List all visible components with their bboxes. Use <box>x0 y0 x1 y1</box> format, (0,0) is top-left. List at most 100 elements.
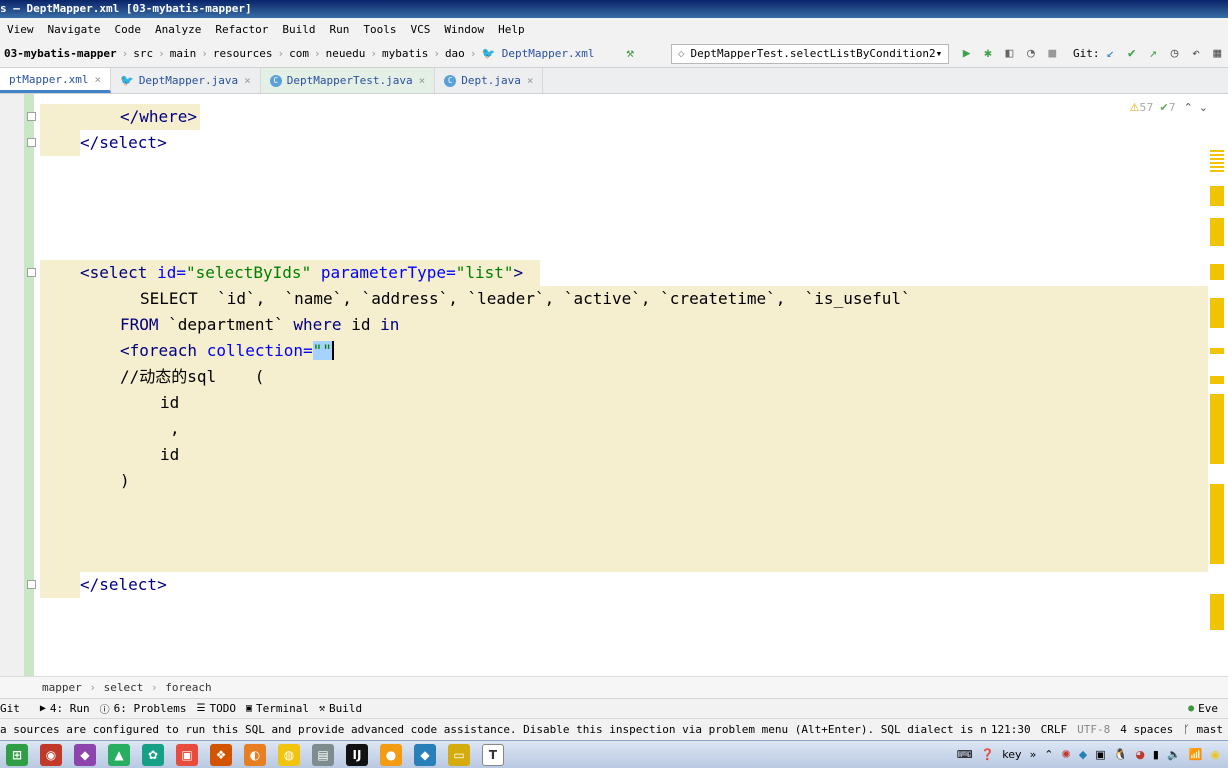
menu-tools[interactable]: Tools <box>356 23 403 36</box>
chevron-up-icon[interactable]: ⌃ <box>1184 101 1193 114</box>
taskbar-app-icon[interactable]: ◆ <box>74 743 96 766</box>
taskbar-app-icon[interactable]: ▲ <box>108 743 130 766</box>
stripe-mark[interactable] <box>1210 484 1224 564</box>
nav-crumb-resources[interactable]: resources <box>209 47 277 60</box>
tray-icon[interactable]: ⌃ <box>1044 748 1053 761</box>
line-separator[interactable]: CRLF <box>1036 719 1073 740</box>
nav-crumb-file[interactable]: 🐦 DeptMapper.xml <box>477 47 598 60</box>
git-push-icon[interactable]: ↗ <box>1147 46 1158 61</box>
indent-setting[interactable]: 4 spaces <box>1115 719 1178 740</box>
fold-marker-icon[interactable] <box>27 268 36 277</box>
taskbar-app-icon[interactable]: ❖ <box>210 743 232 766</box>
battery-icon[interactable]: ▮ <box>1153 748 1159 761</box>
debug-icon[interactable]: ✱ <box>982 46 993 61</box>
keyboard-icon[interactable]: ⌨ <box>957 748 973 761</box>
breadcrumb-select[interactable]: select <box>104 681 144 694</box>
toolwindow-run[interactable]: ▶ 4: Run <box>40 702 100 715</box>
stripe-mark[interactable] <box>1210 376 1224 384</box>
rollback-icon[interactable]: ↶ <box>1190 46 1201 61</box>
fold-marker-icon[interactable] <box>27 138 36 147</box>
toolwindow-terminal[interactable]: ▣ Terminal <box>246 702 319 715</box>
stripe-mark[interactable] <box>1210 264 1224 280</box>
fold-marker-icon[interactable] <box>27 580 36 589</box>
tab-deptmapper-java[interactable]: 🐦 DeptMapper.java × <box>111 68 261 93</box>
file-encoding[interactable]: UTF-8 <box>1072 719 1115 740</box>
taskbar-app-icon[interactable]: ⊞ <box>6 743 28 766</box>
folder-icon[interactable]: ▭ <box>448 743 470 766</box>
stop-icon[interactable]: ■ <box>1047 46 1058 61</box>
status-message[interactable]: a sources are configured to run this SQL… <box>0 719 986 740</box>
code-editor[interactable]: </where> </select> <select id="selectByI… <box>0 94 1228 676</box>
volume-icon[interactable]: 🔈 <box>1167 748 1181 761</box>
close-icon[interactable]: × <box>244 74 251 87</box>
stripe-mark[interactable] <box>1210 594 1224 630</box>
nav-crumb-src[interactable]: src <box>129 47 157 60</box>
fold-marker-icon[interactable] <box>27 112 36 121</box>
chevron-double-right-icon[interactable]: » <box>1030 748 1037 761</box>
menu-navigate[interactable]: Navigate <box>41 23 108 36</box>
stripe-mark[interactable] <box>1210 298 1224 328</box>
tray-icon[interactable]: ◆ <box>1079 748 1087 761</box>
keyboard-layout[interactable]: key <box>1002 748 1021 761</box>
line-gutter[interactable] <box>0 94 24 676</box>
run-icon[interactable]: ▶ <box>961 46 972 61</box>
chevron-down-icon[interactable]: ⌄ <box>1199 101 1208 114</box>
firefox-icon[interactable]: ◐ <box>244 743 266 766</box>
stripe-mark[interactable] <box>1210 186 1224 206</box>
nav-crumb-com[interactable]: com <box>285 47 313 60</box>
nav-crumb-mybatis[interactable]: mybatis <box>378 47 432 60</box>
help-icon[interactable]: ❓ <box>981 748 995 761</box>
menu-window[interactable]: Window <box>437 23 491 36</box>
run-configuration-select[interactable]: ◇ DeptMapperTest.selectListByCondition2 … <box>670 43 949 64</box>
close-icon[interactable]: × <box>419 74 426 87</box>
nav-crumb-neuedu[interactable]: neuedu <box>322 47 370 60</box>
tray-icon[interactable]: ✺ <box>1062 748 1071 761</box>
intellij-icon[interactable]: IJ <box>346 743 368 766</box>
stripe-mark[interactable] <box>1210 150 1224 174</box>
taskbar-app-icon[interactable]: ● <box>380 743 402 766</box>
menu-vcs[interactable]: VCS <box>403 23 437 36</box>
tray-icon[interactable]: ◉ <box>1210 748 1220 761</box>
stripe-mark[interactable] <box>1210 348 1224 354</box>
tray-icon[interactable]: ▣ <box>1095 748 1105 761</box>
breadcrumb-foreach[interactable]: foreach <box>165 681 211 694</box>
toolwindow-build[interactable]: ⚒ Build <box>319 702 372 715</box>
nav-project[interactable]: 03-mybatis-mapper <box>0 47 121 60</box>
toolwindow-git[interactable]: Git <box>0 702 30 715</box>
tray-icon[interactable]: ◕ <box>1135 748 1145 761</box>
git-branch[interactable]: ᚴ mast <box>1178 719 1228 740</box>
nav-crumb-main[interactable]: main <box>166 47 201 60</box>
text-editor-icon[interactable]: T <box>482 743 504 766</box>
taskbar-app-icon[interactable]: ✿ <box>142 743 164 766</box>
close-icon[interactable]: × <box>94 73 101 86</box>
profile-icon[interactable]: ◔ <box>1025 46 1036 61</box>
project-structure-icon[interactable]: ▦ <box>1212 46 1223 61</box>
error-stripe[interactable] <box>1210 94 1224 676</box>
nav-crumb-dao[interactable]: dao <box>441 47 469 60</box>
chrome-icon[interactable]: ◍ <box>278 743 300 766</box>
coverage-icon[interactable]: ◧ <box>1004 46 1015 61</box>
menu-analyze[interactable]: Analyze <box>148 23 208 36</box>
git-commit-icon[interactable]: ✔ <box>1126 46 1137 61</box>
tab-deptmapper-xml[interactable]: ptMapper.xml × <box>0 68 112 93</box>
taskbar-app-icon[interactable]: ◉ <box>40 743 62 766</box>
toolwindow-problems[interactable]: ⓘ 6: Problems <box>100 701 197 716</box>
taskbar-app-icon[interactable]: ◆ <box>414 743 436 766</box>
git-update-icon[interactable]: ↙ <box>1105 46 1116 61</box>
inspection-widget[interactable]: ⚠ 57 ✔ 7 ⌃ ⌄ <box>1123 96 1214 118</box>
menu-view[interactable]: View <box>0 23 41 36</box>
taskbar-app-icon[interactable]: ▣ <box>176 743 198 766</box>
caret-position[interactable]: 121:30 <box>986 719 1036 740</box>
menu-help[interactable]: Help <box>491 23 532 36</box>
menu-build[interactable]: Build <box>275 23 322 36</box>
menu-code[interactable]: Code <box>107 23 148 36</box>
stripe-mark[interactable] <box>1210 218 1224 246</box>
hammer-build-icon[interactable]: ⚒ <box>624 46 635 61</box>
toolwindow-todo[interactable]: ☰ TODO <box>197 702 246 715</box>
close-icon[interactable]: × <box>527 74 534 87</box>
history-icon[interactable]: ◷ <box>1169 46 1180 61</box>
menu-refactor[interactable]: Refactor <box>208 23 275 36</box>
taskbar-app-icon[interactable]: ▤ <box>312 743 334 766</box>
menu-run[interactable]: Run <box>322 23 356 36</box>
network-icon[interactable]: 📶 <box>1189 748 1203 761</box>
